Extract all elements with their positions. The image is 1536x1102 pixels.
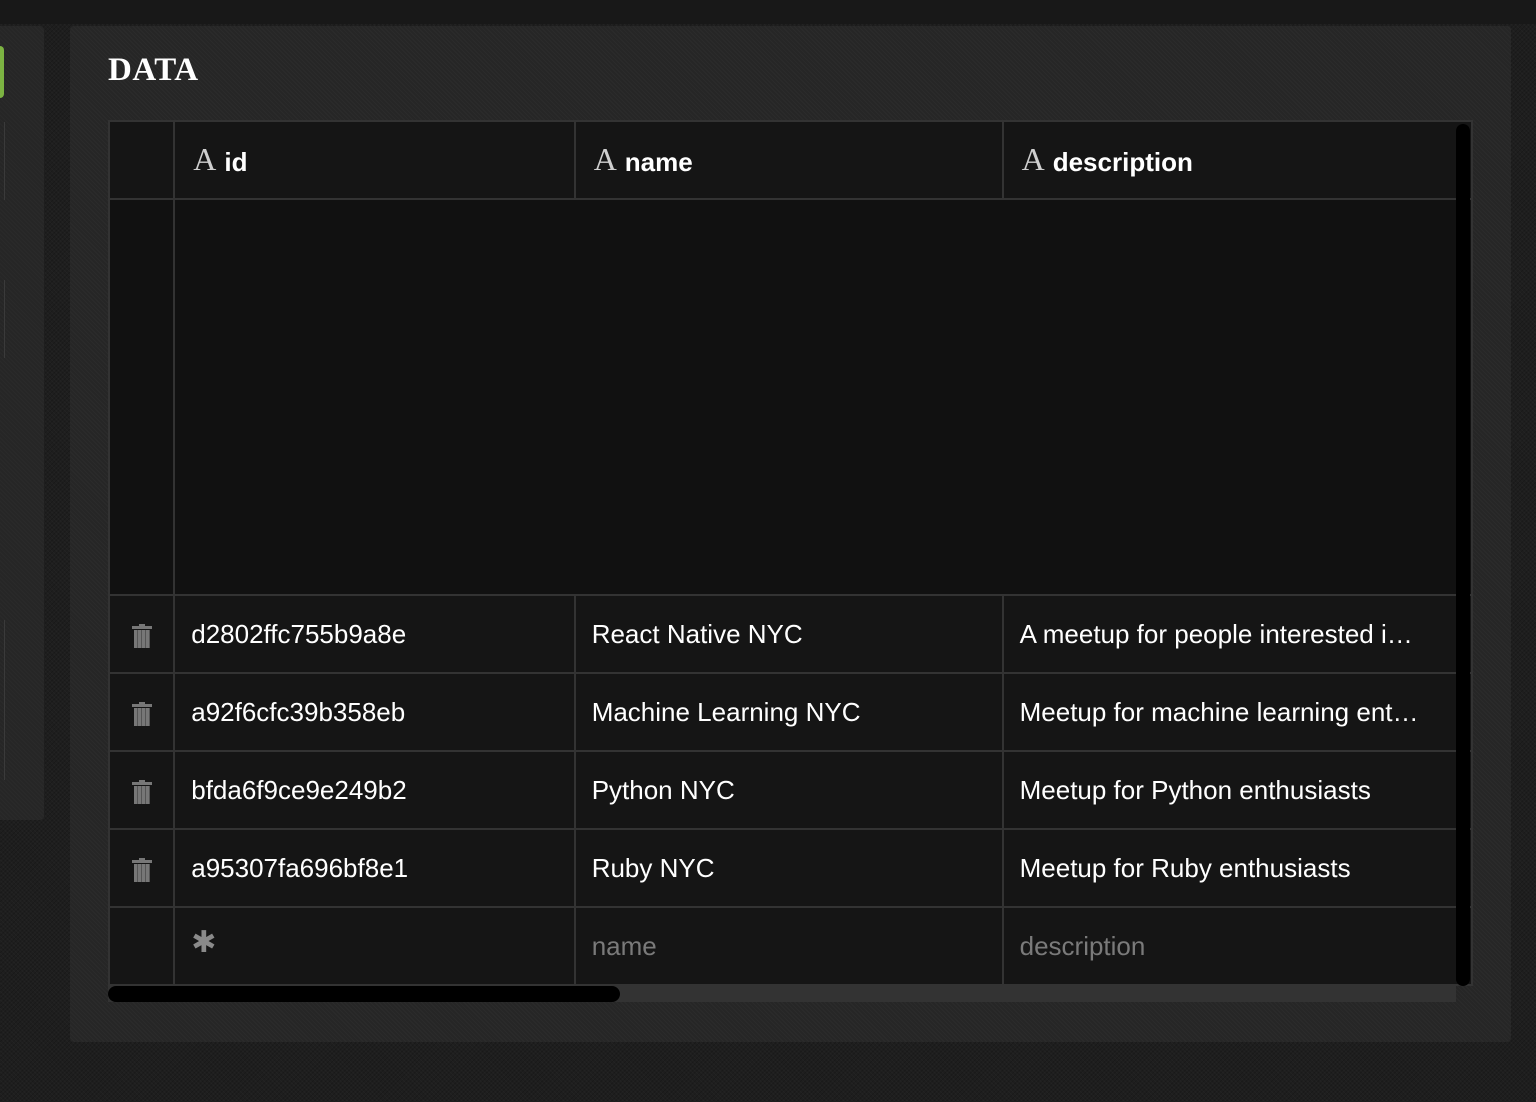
cell-description[interactable]: Meetup for Python enthusiasts xyxy=(1001,750,1473,830)
delete-row-button[interactable] xyxy=(108,594,176,674)
cell-description[interactable]: A meetup for people interested i… xyxy=(1001,594,1473,674)
data-grid: Aid Aname Adescription d2802ffc755b9a8e … xyxy=(108,120,1473,986)
header-action-cell xyxy=(108,120,176,200)
horizontal-scrollbar-thumb[interactable] xyxy=(108,986,620,1002)
trash-icon[interactable] xyxy=(131,701,152,726)
data-grid-viewport: Aid Aname Adescription d2802ffc755b9a8e … xyxy=(108,120,1473,1004)
cell-description[interactable]: Meetup for Ruby enthusiasts xyxy=(1001,828,1473,908)
new-row-action-cell xyxy=(108,906,176,986)
sidebar-divider xyxy=(4,280,5,358)
left-sidebar xyxy=(0,26,44,820)
column-header-id[interactable]: Aid xyxy=(173,120,576,200)
cell-name[interactable]: Python NYC xyxy=(573,750,1004,830)
top-strip xyxy=(0,0,1536,24)
new-row-description-cell xyxy=(1001,906,1473,986)
new-row-name-cell xyxy=(573,906,1004,986)
delete-row-button[interactable] xyxy=(108,750,176,830)
empty-cell xyxy=(173,198,1473,596)
cell-name[interactable]: React Native NYC xyxy=(573,594,1004,674)
new-description-input[interactable] xyxy=(1019,930,1400,962)
cell-id[interactable]: a95307fa696bf8e1 xyxy=(173,828,576,908)
empty-cell xyxy=(108,198,176,596)
text-type-icon: A xyxy=(593,140,617,177)
new-row: ✱ xyxy=(108,906,1473,986)
data-panel: DATA Aid Aname Adescription d2802ffc755b… xyxy=(70,26,1511,1042)
cell-id[interactable]: a92f6cfc39b358eb xyxy=(173,672,576,752)
column-header-label: id xyxy=(224,146,248,177)
new-row-id-cell: ✱ xyxy=(173,906,576,986)
cell-id[interactable]: d2802ffc755b9a8e xyxy=(173,594,576,674)
table-row: d2802ffc755b9a8e React Native NYC A meet… xyxy=(108,594,1473,674)
asterisk-icon: ✱ xyxy=(191,925,217,959)
cell-description[interactable]: Meetup for machine learning ent… xyxy=(1001,672,1473,752)
cell-name[interactable]: Machine Learning NYC xyxy=(573,672,1004,752)
trash-icon[interactable] xyxy=(131,623,152,648)
cell-id[interactable]: bfda6f9ce9e249b2 xyxy=(173,750,576,830)
column-header-label: name xyxy=(624,146,693,177)
table-row: a95307fa696bf8e1 Ruby NYC Meetup for Rub… xyxy=(108,828,1473,908)
column-header-name[interactable]: Aname xyxy=(573,120,1004,200)
text-type-icon: A xyxy=(1021,140,1045,177)
trash-icon[interactable] xyxy=(131,779,152,804)
column-header-label: description xyxy=(1052,146,1193,177)
empty-grid-area xyxy=(108,198,1473,596)
table-row: a92f6cfc39b358eb Machine Learning NYC Me… xyxy=(108,672,1473,752)
delete-row-button[interactable] xyxy=(108,672,176,752)
sidebar-divider xyxy=(4,122,5,200)
column-header-description[interactable]: Adescription xyxy=(1001,120,1473,200)
header-row: Aid Aname Adescription xyxy=(108,120,1473,200)
delete-row-button[interactable] xyxy=(108,828,176,908)
cell-name[interactable]: Ruby NYC xyxy=(573,828,1004,908)
new-name-input[interactable] xyxy=(591,930,972,962)
sidebar-active-indicator[interactable] xyxy=(0,46,4,98)
trash-icon[interactable] xyxy=(131,857,152,882)
text-type-icon: A xyxy=(193,140,217,177)
vertical-scrollbar[interactable] xyxy=(1456,124,1470,986)
panel-title: DATA xyxy=(108,52,199,88)
table-row: bfda6f9ce9e249b2 Python NYC Meetup for P… xyxy=(108,750,1473,830)
sidebar-divider xyxy=(4,620,5,780)
